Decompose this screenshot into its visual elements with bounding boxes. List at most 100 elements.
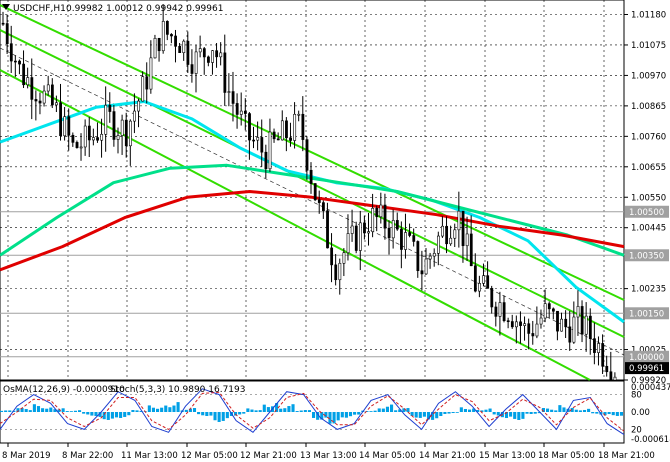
osma-bar <box>496 412 500 416</box>
osma-bar <box>451 412 455 414</box>
candle-body <box>239 110 243 115</box>
price-tick-label: 1.00970 <box>631 71 666 81</box>
candle-body <box>100 133 104 141</box>
candle-body <box>83 125 87 148</box>
osma-bar <box>90 412 94 416</box>
osma-bar <box>147 405 151 412</box>
candle-body <box>87 125 91 141</box>
candle-body <box>334 264 338 281</box>
time-tick-label: 14 Mar 21:00 <box>419 451 476 461</box>
candle-body <box>531 333 535 337</box>
candle-body <box>387 227 391 239</box>
candle-body <box>420 270 424 275</box>
osma-bar <box>73 410 77 412</box>
time-tick-label: 13 Mar 13:00 <box>300 451 357 461</box>
candle-body <box>96 137 99 141</box>
osma-bar <box>184 409 188 412</box>
candle-body <box>391 220 395 239</box>
candle-body <box>580 306 584 335</box>
candle-body <box>502 302 506 322</box>
candle-body <box>572 316 576 343</box>
time-tick-label: 15 Mar 13:00 <box>479 451 536 461</box>
candle-body <box>30 77 34 100</box>
candle-body <box>170 34 173 37</box>
price-tick-label: 1.00865 <box>631 102 666 112</box>
osma-bar <box>295 411 299 412</box>
osma-bar <box>529 412 533 414</box>
osma-bar <box>41 408 45 412</box>
candle-body <box>243 110 247 114</box>
candle-body <box>129 120 132 147</box>
candle-body <box>92 137 95 141</box>
osma-bar <box>61 408 65 412</box>
osma-bar <box>307 410 311 412</box>
candle-body <box>141 76 145 102</box>
symbol-label: USDCHF,H1 <box>13 4 66 14</box>
oscillator-tick-label: 80 <box>631 391 642 401</box>
candle-body <box>293 113 297 141</box>
candle-body <box>342 252 346 264</box>
osma-bar <box>299 410 303 412</box>
candle-body <box>363 222 366 234</box>
candle-body <box>252 139 256 142</box>
candle-body <box>408 232 412 236</box>
osma-bar <box>394 410 398 412</box>
osma-bar <box>492 412 496 415</box>
price-tick-label: 1.01180 <box>631 11 666 21</box>
price-tick-label: 1.00655 <box>631 163 666 173</box>
osma-bar <box>209 412 213 416</box>
osma-bar <box>151 407 155 412</box>
osma-bar <box>619 412 623 416</box>
candle-body <box>478 283 481 292</box>
osma-bar <box>135 410 139 412</box>
price-axis: 1.01180 1.01075 1.00970 1.00865 1.00760 1.006… <box>624 11 669 386</box>
osma-bar <box>336 412 340 421</box>
candle-body <box>609 371 613 381</box>
candle-body <box>75 142 79 148</box>
candle-body <box>5 23 9 45</box>
time-tick-label: 14 Mar 05:00 <box>359 451 416 461</box>
osma-bar <box>176 402 180 412</box>
osma-bar <box>28 410 32 412</box>
osma-bar <box>254 410 258 412</box>
osma-bar <box>172 405 176 412</box>
candle-body <box>67 116 71 136</box>
candle-body <box>38 100 42 104</box>
osma-bar <box>525 412 529 414</box>
osma-bar <box>381 408 385 412</box>
osma-bar <box>279 408 283 412</box>
osma-bar <box>455 412 459 413</box>
candle-body <box>539 317 543 325</box>
candle-body <box>547 303 551 310</box>
osma-bar <box>591 412 595 414</box>
osma-bar <box>262 404 266 412</box>
osma-bar <box>348 412 353 417</box>
time-tick-label: 8 Mar 2019 <box>2 451 50 461</box>
candle-body <box>346 233 350 254</box>
oscillator-pane[interactable]: OsMA(12,26,9) -0.0000910 Stoch(5,3,3) 10… <box>0 380 625 444</box>
price-pane[interactable] <box>0 0 625 443</box>
candle-body <box>601 343 605 367</box>
candle-body <box>593 338 596 353</box>
candle-body <box>576 306 580 318</box>
candle-body <box>305 139 309 171</box>
candle-body <box>108 104 112 112</box>
candle-body <box>133 110 136 122</box>
candle-body <box>116 135 120 140</box>
candle-body <box>194 51 198 74</box>
osma-bar <box>238 412 242 415</box>
oscillator-tick-label: -0.000618 <box>631 435 670 445</box>
osma-bar <box>447 412 451 414</box>
candle-body <box>165 21 169 35</box>
candle-body <box>556 310 559 332</box>
osma-bar <box>611 412 615 416</box>
osma-bar <box>242 412 246 414</box>
candle-body <box>584 315 588 335</box>
osma-bar <box>213 412 217 421</box>
osma-bar <box>340 412 344 418</box>
trading-chart[interactable]: USDCHF,H1 0.99982 1.00012 0.99942 0.9996… <box>0 0 670 462</box>
candle-body <box>482 275 485 284</box>
candle-body <box>461 210 465 247</box>
osma-bar <box>468 409 472 412</box>
osma-bar <box>562 407 566 412</box>
